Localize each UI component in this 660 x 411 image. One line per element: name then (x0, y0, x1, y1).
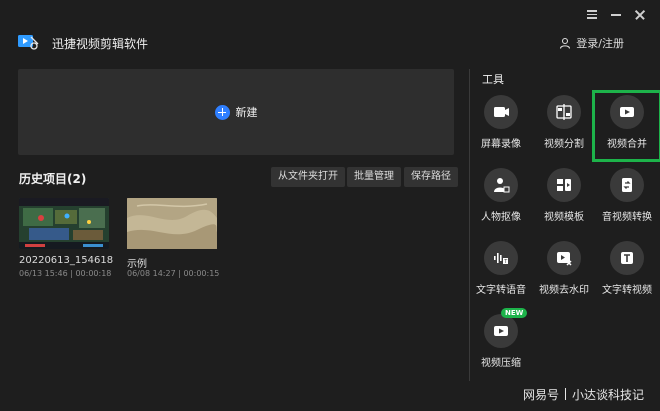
watermark-separator (564, 388, 566, 400)
game-screenshot-image (19, 198, 109, 249)
tool-video-merge[interactable]: 视频合并 (592, 90, 660, 162)
save-path-button[interactable]: 保存路径 (404, 167, 458, 187)
video-template-icon (547, 168, 581, 202)
project-name: 示例 (127, 259, 147, 270)
tool-screen-record[interactable]: 屏幕录像 (471, 95, 531, 157)
new-badge: NEW (501, 308, 528, 318)
video-split-icon (547, 95, 581, 129)
watermark-right: 小达谈科技记 (571, 388, 644, 402)
av-convert-icon (610, 168, 644, 202)
tool-label: 屏幕录像 (481, 139, 521, 150)
user-icon (560, 37, 571, 49)
tool-remove-watermark[interactable]: 视频去水印 (534, 241, 594, 303)
app-window: 迅捷视频剪辑软件 登录/注册 新建 历史项目(2) 从文件夹打开 批量管理 保存… (0, 0, 660, 411)
tool-label: 视频模板 (544, 212, 584, 223)
project-thumbnail[interactable] (127, 198, 217, 249)
project-thumbnail[interactable] (19, 198, 109, 249)
sand-dunes-image (127, 198, 217, 249)
project-meta: 06/08 14:27 | 00:00:15 (127, 269, 220, 278)
tool-label: 音视频转换 (602, 212, 652, 223)
app-logo-icon (18, 35, 39, 50)
project-duration: 00:00:18 (75, 269, 112, 278)
tool-text-to-video[interactable]: 文字转视频 (597, 241, 657, 303)
close-icon[interactable] (634, 8, 646, 20)
tool-text-to-speech[interactable]: T 文字转语音 (471, 241, 531, 303)
watermark: 网易号 小达谈科技记 (523, 386, 644, 403)
tool-label: 视频去水印 (539, 285, 589, 296)
tool-label: 视频合并 (607, 139, 647, 150)
tool-label: 文字转视频 (602, 285, 652, 296)
text-to-speech-icon: T (484, 241, 518, 275)
new-project-label: 新建 (235, 106, 258, 119)
project-date: 06/13 15:46 (19, 269, 68, 278)
tool-label: 视频压缩 (481, 358, 521, 369)
remove-watermark-icon (547, 241, 581, 275)
tool-video-split[interactable]: 视频分割 (534, 95, 594, 157)
tool-video-template[interactable]: 视频模板 (534, 168, 594, 230)
project-name: 20220613_154618 (19, 255, 114, 266)
tools-title: 工具 (482, 73, 504, 86)
tool-person-matting[interactable]: 人物抠像 (471, 168, 531, 230)
batch-manage-button[interactable]: 批量管理 (347, 167, 401, 187)
video-compress-icon (484, 314, 518, 348)
tool-video-compress[interactable]: NEW 视频压缩 (471, 308, 531, 376)
login-button[interactable]: 登录/注册 (559, 35, 624, 51)
login-label: 登录/注册 (576, 37, 624, 50)
project-meta: 06/13 15:46 | 00:00:18 (19, 269, 112, 278)
tool-av-convert[interactable]: 音视频转换 (597, 168, 657, 230)
tool-label: 视频分割 (544, 139, 584, 150)
video-merge-icon (610, 95, 644, 129)
window-controls (586, 8, 646, 20)
new-project-button[interactable]: 新建 (18, 69, 454, 155)
text-to-video-icon (610, 241, 644, 275)
project-duration: 00:00:15 (183, 269, 220, 278)
panel-divider (469, 69, 470, 381)
tool-label: 人物抠像 (481, 212, 521, 223)
plus-icon (214, 104, 230, 120)
menu-icon[interactable] (586, 8, 598, 20)
history-title: 历史项目(2) (19, 172, 87, 186)
tool-label: 文字转语音 (476, 285, 526, 296)
app-title: 迅捷视频剪辑软件 (52, 37, 149, 51)
project-date: 06/08 14:27 (127, 269, 176, 278)
watermark-left: 网易号 (522, 388, 559, 402)
screen-record-icon (484, 95, 518, 129)
person-matting-icon (484, 168, 518, 202)
minimize-icon[interactable] (610, 8, 622, 20)
open-folder-button[interactable]: 从文件夹打开 (271, 167, 345, 187)
